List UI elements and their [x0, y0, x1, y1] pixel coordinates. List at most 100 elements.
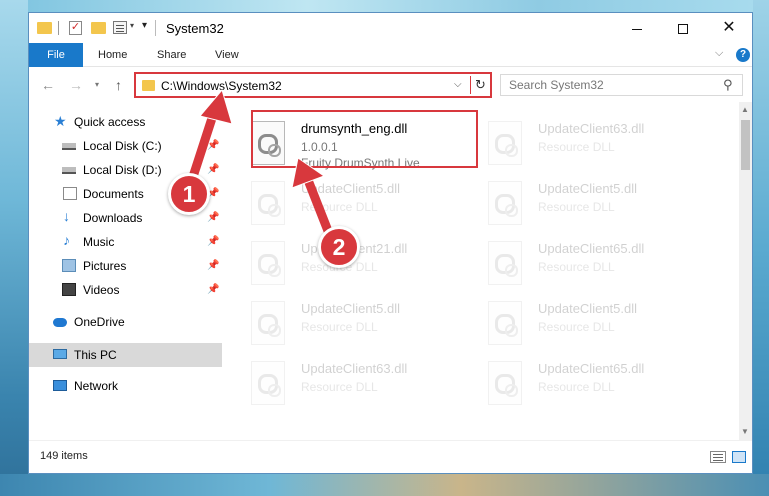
quick-access-separator	[58, 21, 59, 35]
tab-view[interactable]: View	[215, 43, 239, 67]
forward-arrow-icon[interactable]: →	[69, 77, 83, 93]
item-count: 149 items	[40, 450, 88, 462]
pin-icon[interactable]: 📌	[207, 260, 219, 271]
sidebar-item-label: Local Disk (C:)	[83, 139, 162, 153]
chevron-down-icon[interactable]: ▾	[130, 21, 134, 37]
desktop-background-right	[753, 0, 769, 496]
star-icon: ★	[54, 113, 67, 129]
sidebar-item-label: Network	[74, 379, 119, 393]
file-type: Resource DLL	[301, 320, 378, 334]
maximize-button[interactable]	[660, 13, 706, 43]
ribbon-expand-icon[interactable]: ⌵	[715, 47, 723, 60]
new-folder-icon[interactable]	[91, 22, 106, 34]
file-explorer-window: ✓ ▾ ▾ System32 ✕ File Home Share View ⌵ …	[28, 12, 753, 474]
back-arrow-icon[interactable]: ←	[41, 77, 55, 93]
vertical-scrollbar[interactable]: ▲ ▼	[739, 102, 752, 440]
navigation-pane: ★ Quick access Local Disk (C:) 📌 Local D…	[29, 102, 224, 440]
pin-icon[interactable]: 📌	[207, 236, 219, 247]
up-arrow-icon[interactable]: ↑	[115, 77, 122, 93]
dll-file-icon	[251, 301, 285, 345]
file-item[interactable]: UpdateClient5.dll Resource DLL	[229, 290, 459, 348]
pin-icon[interactable]: 📌	[207, 284, 219, 295]
file-item[interactable]: UpdateClient5.dll Resource DLL	[229, 170, 459, 228]
folder-icon	[37, 22, 52, 34]
scroll-down-icon[interactable]: ▼	[741, 427, 749, 436]
file-type: Resource DLL	[301, 200, 378, 214]
file-item[interactable]: UpdateClient63.dll Resource DLL	[229, 350, 459, 408]
sidebar-item-videos[interactable]: Videos 📌	[29, 278, 222, 302]
sidebar-item-label: Downloads	[83, 211, 143, 225]
file-name: UpdateClient65.dll	[538, 241, 645, 256]
tab-home[interactable]: Home	[98, 43, 127, 67]
step-1-badge: 1	[168, 173, 210, 215]
sidebar-item-this-pc[interactable]: This PC	[29, 343, 222, 367]
help-icon[interactable]: ?	[736, 48, 750, 62]
sidebar-item-pictures[interactable]: Pictures 📌	[29, 254, 222, 278]
file-name: UpdateClient63.dll	[301, 361, 408, 376]
sidebar-item-label: Local Disk (D:)	[83, 163, 162, 177]
file-type: Resource DLL	[301, 380, 378, 394]
details-view-icon[interactable]	[710, 451, 726, 463]
desktop-background-bottom	[0, 474, 769, 496]
dll-file-icon	[488, 301, 522, 345]
chevron-down-icon[interactable]: ⌵	[454, 79, 462, 90]
search-icon[interactable]: ⚲	[723, 77, 733, 93]
title-separator	[155, 20, 156, 36]
sidebar-item-label: Videos	[83, 283, 120, 297]
scroll-up-icon[interactable]: ▲	[741, 105, 749, 114]
file-item[interactable]: UpdateClient65.dll Resource DLL	[466, 230, 696, 288]
sidebar-item-quick-access[interactable]: ★ Quick access	[29, 110, 222, 134]
dll-file-icon	[488, 181, 522, 225]
file-type: Resource DLL	[538, 320, 615, 334]
cloud-icon	[53, 318, 67, 327]
properties-icon[interactable]	[113, 21, 127, 34]
file-item[interactable]: UpdateClient65.dll Resource DLL	[466, 350, 696, 408]
sidebar-item-label: Quick access	[74, 115, 146, 129]
dll-file-icon	[488, 121, 522, 165]
dll-file-icon	[488, 361, 522, 405]
step-2-badge: 2	[318, 226, 360, 268]
file-type: Resource DLL	[538, 380, 615, 394]
dll-file-icon	[251, 241, 285, 285]
scroll-thumb[interactable]	[741, 120, 750, 170]
pin-icon[interactable]: 📌	[207, 140, 219, 151]
address-bar[interactable]: C:\Windows\System32 ⌵ ↻	[134, 72, 492, 98]
tab-file[interactable]: File	[29, 43, 83, 67]
window-title: System32	[166, 21, 224, 36]
address-text[interactable]: C:\Windows\System32	[161, 79, 282, 93]
file-item[interactable]: UpdateClient5.dll Resource DLL	[466, 170, 696, 228]
desktop-background-left	[0, 0, 28, 496]
video-icon	[62, 283, 76, 296]
sidebar-item-music[interactable]: ♪ Music 📌	[29, 230, 222, 254]
file-item[interactable]: UpdateClient5.dll Resource DLL	[466, 290, 696, 348]
sidebar-item-onedrive[interactable]: OneDrive	[29, 310, 222, 334]
file-name: UpdateClient5.dll	[301, 181, 401, 196]
music-icon: ♪	[63, 232, 70, 248]
minimize-button[interactable]	[614, 13, 660, 43]
ribbon: File Home Share View ⌵ ?	[29, 43, 752, 67]
folder-icon	[142, 80, 155, 91]
navigation-bar: ← → ▾ ↑ C:\Windows\System32 ⌵ ↻ Search S…	[29, 68, 752, 102]
close-button[interactable]: ✕	[706, 13, 752, 43]
pin-icon[interactable]: 📌	[207, 164, 219, 175]
search-placeholder: Search System32	[509, 78, 604, 92]
download-icon: ↓	[63, 208, 70, 224]
file-type: Resource DLL	[538, 260, 615, 274]
file-item[interactable]: UpdateClient63.dll Resource DLL	[466, 110, 696, 168]
sidebar-item-label: Pictures	[83, 259, 127, 273]
tab-share[interactable]: Share	[157, 43, 186, 67]
sidebar-item-label: Documents	[83, 187, 144, 201]
pin-icon[interactable]: 📌	[207, 212, 219, 223]
computer-icon	[53, 349, 67, 359]
maximize-icon	[678, 24, 688, 35]
recent-locations-icon[interactable]: ▾	[95, 80, 99, 89]
large-icons-view-icon[interactable]	[732, 451, 746, 463]
disk-icon	[62, 167, 76, 174]
sidebar-item-local-disk-c[interactable]: Local Disk (C:) 📌	[29, 134, 222, 158]
status-bar: 149 items	[29, 440, 752, 473]
search-input[interactable]: Search System32 ⚲	[500, 74, 743, 96]
properties-check-icon[interactable]: ✓	[69, 21, 82, 35]
customize-toolbar-icon[interactable]: ▾	[142, 20, 147, 36]
sidebar-item-network[interactable]: Network	[29, 374, 222, 398]
refresh-icon[interactable]: ↻	[475, 77, 486, 93]
